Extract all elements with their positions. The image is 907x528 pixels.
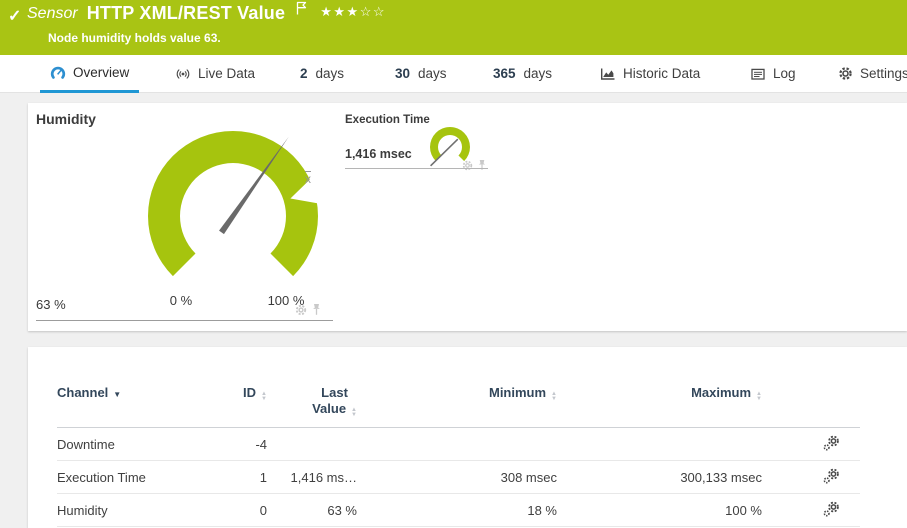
tab-day-number: 30 — [395, 66, 410, 81]
channel-last-value — [267, 428, 357, 461]
gauge-settings-gear-icon[interactable] — [295, 303, 307, 321]
tab-bar: Overview Live Data 2 days 30 days 365 da… — [0, 55, 907, 93]
gauge-icon — [50, 65, 66, 81]
tab-label: days — [524, 66, 553, 81]
column-label: Minimum — [489, 385, 546, 400]
humidity-tile-divider — [36, 320, 333, 321]
tab-label: Live Data — [198, 66, 255, 81]
channel-id: 1 — [227, 461, 267, 494]
priority-flag-icon[interactable] — [295, 1, 308, 21]
tab-label: Settings — [860, 66, 907, 81]
table-row-downtime: Downtime -4 — [57, 428, 860, 461]
channels-table: Channel ▼ ID ▲▼ Last Value ▲▼ Minimum ▲▼ Max… — [57, 375, 860, 527]
channel-settings-gears-icon[interactable] — [823, 501, 840, 520]
column-header-actions — [762, 375, 860, 428]
tab-365-days[interactable]: 365 days — [483, 55, 562, 92]
gauge-pin-icon[interactable] — [311, 303, 322, 321]
star-icon[interactable]: ★ — [347, 4, 360, 19]
column-label: ID — [243, 385, 256, 400]
priority-stars[interactable]: ★★★☆☆ — [320, 4, 386, 20]
tab-label: days — [316, 66, 345, 81]
channel-maximum — [557, 428, 762, 461]
tab-label: Log — [773, 66, 796, 81]
sort-icon: ▲▼ — [261, 392, 267, 402]
star-icon[interactable]: ☆ — [360, 4, 373, 19]
tab-settings[interactable]: Settings — [828, 55, 907, 92]
column-label: Maximum — [691, 385, 751, 400]
execution-time-current-value: 1,416 msec — [345, 147, 412, 161]
gear-icon — [838, 66, 853, 81]
column-header-maximum[interactable]: Maximum ▲▼ — [557, 375, 762, 428]
title-row: Sensor HTTP XML/REST Value ★★★☆☆ — [27, 3, 386, 24]
channel-maximum: 300,133 msec — [557, 461, 762, 494]
channel-name: Execution Time — [57, 461, 227, 494]
table-row-execution-time: Execution Time 1 1,416 ms… 308 msec 300,… — [57, 461, 860, 494]
channel-minimum — [357, 428, 557, 461]
gauge-settings-gear-icon[interactable] — [462, 158, 473, 176]
channel-minimum: 308 msec — [357, 461, 557, 494]
gauge-max-label: 100 % — [256, 293, 316, 308]
star-icon[interactable]: ★ — [333, 4, 346, 19]
sort-icon: ▲▼ — [351, 408, 357, 418]
channel-settings-gears-icon[interactable] — [823, 435, 840, 454]
channel-name: Humidity — [57, 494, 227, 527]
column-header-minimum[interactable]: Minimum ▲▼ — [357, 375, 557, 428]
tab-live-data[interactable]: Live Data — [165, 55, 265, 92]
channel-id: -4 — [227, 428, 267, 461]
execution-time-gauge-title: Execution Time — [345, 114, 430, 126]
humidity-current-value: 63 % — [36, 297, 66, 312]
channel-last-value: 1,416 ms… — [267, 461, 357, 494]
tab-2-days[interactable]: 2 days — [290, 55, 354, 92]
sorted-desc-icon: ▼ — [113, 390, 121, 399]
tab-label: Overview — [73, 65, 129, 80]
status-check-icon: ✓ — [8, 6, 21, 26]
table-header-row: Channel ▼ ID ▲▼ Last Value ▲▼ Minimum ▲▼ Max… — [57, 375, 860, 428]
star-icon[interactable]: ☆ — [373, 4, 386, 19]
channel-id: 0 — [227, 494, 267, 527]
channels-table-panel: Channel ▼ ID ▲▼ Last Value ▲▼ Minimum ▲▼ Max… — [28, 347, 907, 528]
gauge-min-label: 0 % — [156, 293, 206, 308]
tab-day-number: 365 — [493, 66, 516, 81]
sort-icon: ▲▼ — [756, 392, 762, 402]
tab-historic-data[interactable]: Historic Data — [590, 55, 710, 92]
column-header-last-value[interactable]: Last Value ▲▼ — [267, 375, 357, 428]
humidity-gauge — [133, 116, 333, 316]
column-label: Value — [312, 401, 346, 416]
column-header-channel[interactable]: Channel ▼ — [57, 375, 227, 428]
overview-gauges-panel: Humidity x 0 % 100 % 63 % Execution Time… — [28, 103, 907, 331]
column-label: Channel — [57, 385, 108, 400]
star-icon[interactable]: ★ — [320, 4, 333, 19]
table-row-humidity: Humidity 0 63 % 18 % 100 % — [57, 494, 860, 527]
column-header-id[interactable]: ID ▲▼ — [227, 375, 267, 428]
average-marker-label: x — [305, 172, 311, 186]
sensor-title: HTTP XML/REST Value — [87, 3, 286, 24]
sensor-status-message: Node humidity holds value 63. — [48, 31, 221, 45]
live-broadcast-icon — [175, 66, 191, 82]
column-label: Last — [321, 385, 348, 400]
gauge-pin-icon[interactable] — [477, 158, 487, 176]
area-chart-icon — [600, 66, 616, 82]
channel-name: Downtime — [57, 428, 227, 461]
channel-settings-gears-icon[interactable] — [823, 468, 840, 487]
tab-log[interactable]: Log — [740, 55, 806, 92]
humidity-gauge-title: Humidity — [36, 111, 96, 127]
channel-last-value: 63 % — [267, 494, 357, 527]
tab-30-days[interactable]: 30 days — [385, 55, 457, 92]
sensor-status-banner: ✓ Sensor HTTP XML/REST Value ★★★☆☆ Node … — [0, 0, 907, 55]
object-kind-label: Sensor — [27, 5, 78, 23]
tab-day-number: 2 — [300, 66, 308, 81]
tab-overview[interactable]: Overview — [40, 55, 139, 93]
channel-maximum: 100 % — [557, 494, 762, 527]
channel-minimum: 18 % — [357, 494, 557, 527]
log-list-icon — [750, 66, 766, 82]
execution-time-tile-divider — [345, 168, 488, 169]
tab-label: Historic Data — [623, 66, 700, 81]
tab-label: days — [418, 66, 447, 81]
sort-icon: ▲▼ — [551, 392, 557, 402]
